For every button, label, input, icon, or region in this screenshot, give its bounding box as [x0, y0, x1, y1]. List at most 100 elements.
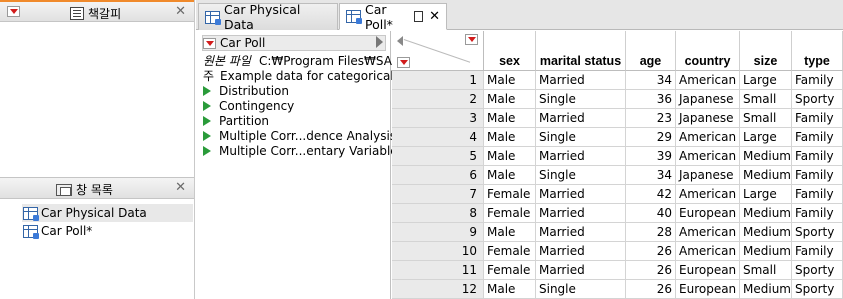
cell-country[interactable]: European — [676, 280, 740, 299]
cell-age[interactable]: 23 — [626, 109, 676, 128]
cell-age[interactable]: 42 — [626, 185, 676, 204]
cell-age[interactable]: 34 — [626, 166, 676, 185]
cell-country[interactable]: European — [676, 204, 740, 223]
cell-marital-status[interactable]: Single — [536, 128, 626, 147]
tab-car-poll[interactable]: Car Poll* ✕ — [339, 2, 447, 32]
cell-country[interactable]: Japanese — [676, 166, 740, 185]
cell-country[interactable]: American — [676, 71, 740, 90]
cell-marital-status[interactable]: Married — [536, 242, 626, 261]
cell-size[interactable]: Large — [740, 71, 792, 90]
table-name-row[interactable]: Car Poll — [202, 35, 386, 51]
cell-country[interactable]: American — [676, 128, 740, 147]
cell-size[interactable]: Medium — [740, 280, 792, 299]
cell-type[interactable]: Sporty — [792, 280, 843, 299]
cell-sex[interactable]: Female — [484, 242, 536, 261]
cell-sex[interactable]: Male — [484, 109, 536, 128]
column-header-country[interactable]: country — [676, 31, 740, 71]
cell-type[interactable]: Family — [792, 147, 843, 166]
close-icon[interactable]: ✕ — [175, 4, 186, 19]
cell-marital-status[interactable]: Married — [536, 71, 626, 90]
cell-marital-status[interactable]: Married — [536, 109, 626, 128]
row-number[interactable]: 9 — [392, 223, 484, 242]
row-number[interactable]: 10 — [392, 242, 484, 261]
cell-type[interactable]: Family — [792, 204, 843, 223]
tab-car-physical-data[interactable]: Car Physical Data — [198, 2, 338, 32]
cell-sex[interactable]: Male — [484, 71, 536, 90]
cell-size[interactable]: Small — [740, 261, 792, 280]
cell-type[interactable]: Family — [792, 166, 843, 185]
cell-size[interactable]: Medium — [740, 223, 792, 242]
cell-size[interactable]: Large — [740, 185, 792, 204]
cell-sex[interactable]: Male — [484, 166, 536, 185]
cell-size[interactable]: Medium — [740, 147, 792, 166]
cell-marital-status[interactable]: Single — [536, 166, 626, 185]
cell-sex[interactable]: Female — [484, 185, 536, 204]
row-number[interactable]: 8 — [392, 204, 484, 223]
cell-size[interactable]: Medium — [740, 166, 792, 185]
cell-age[interactable]: 28 — [626, 223, 676, 242]
cell-country[interactable]: American — [676, 185, 740, 204]
close-icon[interactable]: ✕ — [429, 9, 440, 24]
maximize-icon[interactable] — [414, 11, 424, 22]
cell-country[interactable]: American — [676, 147, 740, 166]
run-script-icon[interactable] — [203, 85, 211, 96]
row-number[interactable]: 4 — [392, 128, 484, 147]
column-header-marital-status[interactable]: marital status — [536, 31, 626, 71]
script-item[interactable]: Distribution — [203, 83, 289, 98]
cell-age[interactable]: 34 — [626, 71, 676, 90]
cell-country[interactable]: European — [676, 261, 740, 280]
cell-type[interactable]: Sporty — [792, 223, 843, 242]
cell-type[interactable]: Family — [792, 242, 843, 261]
cell-country[interactable]: American — [676, 223, 740, 242]
cell-marital-status[interactable]: Married — [536, 185, 626, 204]
script-item[interactable]: Contingency — [203, 98, 294, 113]
cell-type[interactable]: Sporty — [792, 261, 843, 280]
script-item[interactable]: Partition — [203, 113, 269, 128]
cell-sex[interactable]: Male — [484, 128, 536, 147]
cell-age[interactable]: 26 — [626, 261, 676, 280]
row-number[interactable]: 3 — [392, 109, 484, 128]
cell-age[interactable]: 39 — [626, 147, 676, 166]
cell-sex[interactable]: Female — [484, 261, 536, 280]
cell-sex[interactable]: Male — [484, 90, 536, 109]
cell-marital-status[interactable]: Married — [536, 204, 626, 223]
cell-country[interactable]: American — [676, 242, 740, 261]
cell-sex[interactable]: Male — [484, 147, 536, 166]
cell-sex[interactable]: Female — [484, 204, 536, 223]
cell-sex[interactable]: Male — [484, 223, 536, 242]
cell-sex[interactable]: Male — [484, 280, 536, 299]
table-menu-icon[interactable] — [203, 37, 216, 49]
cell-age[interactable]: 26 — [626, 242, 676, 261]
run-script-icon[interactable] — [203, 100, 211, 111]
cell-size[interactable]: Large — [740, 128, 792, 147]
grid-corner[interactable] — [392, 31, 484, 85]
row-number[interactable]: 12 — [392, 280, 484, 299]
cell-size[interactable]: Medium — [740, 204, 792, 223]
column-header-type[interactable]: type — [792, 31, 843, 71]
column-header-size[interactable]: size — [740, 31, 792, 71]
run-script-icon[interactable] — [203, 115, 211, 126]
cell-type[interactable]: Family — [792, 71, 843, 90]
cell-age[interactable]: 36 — [626, 90, 676, 109]
cell-marital-status[interactable]: Single — [536, 90, 626, 109]
row-number[interactable]: 2 — [392, 90, 484, 109]
row-number[interactable]: 6 — [392, 166, 484, 185]
cell-type[interactable]: Sporty — [792, 90, 843, 109]
cell-type[interactable]: Family — [792, 109, 843, 128]
script-item[interactable]: Multiple Corr...entary Variable — [203, 143, 398, 158]
run-script-icon[interactable] — [203, 145, 211, 156]
script-item[interactable]: Multiple Corr...dence Analysis — [203, 128, 396, 143]
cell-country[interactable]: Japanese — [676, 90, 740, 109]
source-file-row[interactable]: 원본 파일 C:₩Program Files₩SAS — [203, 53, 400, 69]
columns-menu-icon[interactable] — [465, 34, 478, 45]
cell-marital-status[interactable]: Married — [536, 261, 626, 280]
row-number[interactable]: 7 — [392, 185, 484, 204]
cell-age[interactable]: 29 — [626, 128, 676, 147]
cell-age[interactable]: 40 — [626, 204, 676, 223]
cell-size[interactable]: Medium — [740, 242, 792, 261]
row-number[interactable]: 5 — [392, 147, 484, 166]
cell-size[interactable]: Small — [740, 109, 792, 128]
row-number[interactable]: 11 — [392, 261, 484, 280]
row-number[interactable]: 1 — [392, 71, 484, 90]
cell-marital-status[interactable]: Single — [536, 280, 626, 299]
